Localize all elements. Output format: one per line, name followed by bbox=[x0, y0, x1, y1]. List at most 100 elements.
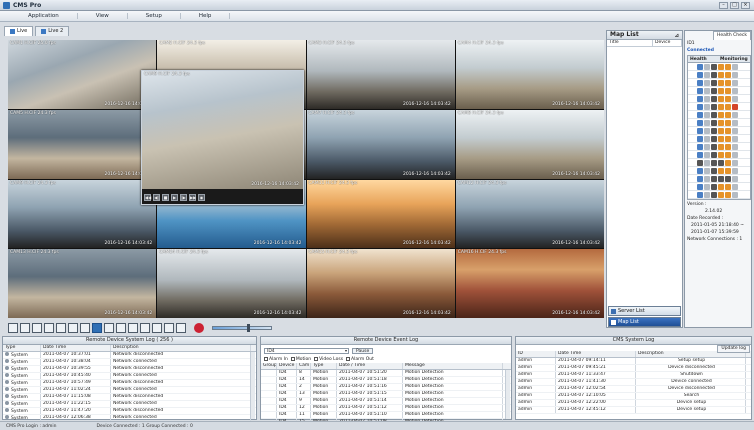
maximize-button[interactable]: □ bbox=[730, 2, 739, 9]
tab-health-check[interactable]: Health Check bbox=[712, 31, 751, 40]
system-log-scrollbar[interactable] bbox=[250, 352, 255, 419]
event-log-scrollbar[interactable] bbox=[505, 370, 510, 419]
camera-tile[interactable]: CAM11 H.CIF 24.3 fps 2016-12-16 14:03:42 bbox=[306, 179, 455, 249]
layout-49-icon[interactable] bbox=[140, 322, 150, 333]
table-row[interactable]: System 2011-04-07 11:02:24 Network connect… bbox=[3, 387, 256, 394]
layout-1-icon[interactable] bbox=[8, 322, 18, 333]
status-icon bbox=[732, 167, 738, 174]
event-group bbox=[261, 370, 277, 376]
filter-alarm-out[interactable]: Alarm Out bbox=[346, 357, 374, 362]
table-row[interactable]: admin 2011-04-07 12:02:54 Device disconnec… bbox=[516, 386, 751, 393]
camera-tile[interactable]: CAM15 H.CIF 24.3 fps 2016-12-16 14:03:42 bbox=[306, 249, 455, 318]
table-row[interactable]: System 2011-04-07 10:37:01 Network disconn… bbox=[3, 352, 256, 359]
layout-25-icon[interactable] bbox=[116, 322, 126, 333]
record-icon[interactable] bbox=[194, 322, 204, 333]
tab-live[interactable]: Live bbox=[4, 26, 34, 36]
layout-9-icon[interactable] bbox=[56, 322, 66, 333]
table-row[interactable]: ID4 2 Motion 2011-04-07 10:51:16 Motion Dete… bbox=[261, 384, 511, 391]
table-row[interactable]: ID4 13 Motion 2011-04-07 10:51:15 Motion Det… bbox=[261, 391, 511, 398]
menu-application[interactable]: Application bbox=[10, 13, 78, 19]
pin-icon[interactable]: ⊿ bbox=[675, 32, 679, 40]
layout-64-icon[interactable] bbox=[152, 322, 162, 333]
camera-tile[interactable]: CAM9 H.CIF 24.3 fps 2016-12-16 14:03:42 bbox=[8, 179, 157, 249]
status-icon bbox=[732, 143, 738, 150]
menu-help[interactable]: Help bbox=[181, 13, 231, 19]
status-icon bbox=[711, 119, 717, 126]
table-row[interactable]: System 2011-04-07 10:57:49 Network disconn… bbox=[3, 380, 256, 387]
table-row[interactable]: admin 2011-04-07 12:45:12 Device setup bbox=[516, 407, 751, 414]
filter-alarm-in[interactable]: Alarm In bbox=[264, 357, 288, 362]
sequence-icon[interactable] bbox=[164, 322, 174, 333]
server-list-button[interactable]: Server List bbox=[608, 306, 681, 316]
layout-13-icon[interactable] bbox=[80, 322, 90, 333]
layout-20-icon[interactable] bbox=[104, 322, 114, 333]
camera-tile[interactable]: CAM14 H.CIF 24.3 fps 2016-12-16 14:03:42 bbox=[157, 249, 306, 318]
fullscreen-icon[interactable] bbox=[176, 322, 186, 333]
camera-tile[interactable]: CAM5 H.CIF 24.3 fps 2016-12-16 14:03:42 bbox=[8, 109, 157, 179]
rewind-icon[interactable]: ◀◀ bbox=[144, 194, 151, 201]
table-row[interactable]: System 2011-04-07 10:38:04 Network connect… bbox=[3, 359, 256, 366]
system-log-title: Remote Device System Log ( 256 ) bbox=[3, 337, 256, 345]
map-list-button[interactable]: Map List bbox=[608, 317, 681, 327]
table-row[interactable]: admin 2011-04-07 12:22:00 Device setup bbox=[516, 400, 751, 407]
update-log-tab[interactable]: Update log bbox=[717, 345, 750, 353]
table-row[interactable]: admin 2011-04-07 09:14:11 Setup setup bbox=[516, 358, 751, 365]
layout-10-icon[interactable] bbox=[68, 322, 78, 333]
layout-6-icon[interactable] bbox=[32, 322, 42, 333]
play-icon[interactable]: ▶ bbox=[171, 194, 178, 201]
table-row[interactable]: System 2011-04-07 11:47:20 Network disconn… bbox=[3, 408, 256, 415]
layout-36-icon[interactable] bbox=[128, 322, 138, 333]
camera-tile[interactable]: CAM4 H.CIF 24.3 fps 2016-12-16 14:03:42 bbox=[455, 40, 604, 109]
camera-tile[interactable]: CAM7 H.CIF 24.3 fps 2016-12-16 14:03:42 bbox=[306, 109, 455, 179]
table-row[interactable]: ID4 8 Motion 2011-04-07 10:51:20 Motion Dete… bbox=[261, 370, 511, 377]
stop-icon[interactable]: ■ bbox=[162, 194, 169, 201]
table-row[interactable]: System 2011-04-07 10:39:55 Network disconn… bbox=[3, 366, 256, 373]
slider-handle[interactable] bbox=[247, 323, 250, 332]
device-id: ID1 bbox=[687, 41, 695, 46]
filter-video-loss[interactable]: Video Loss bbox=[314, 357, 343, 362]
table-row[interactable]: admin 2011-04-07 12:10:05 Search bbox=[516, 393, 751, 400]
pause-button[interactable]: Pause bbox=[352, 348, 374, 354]
table-row[interactable]: admin 2011-04-07 11:33:47 Shutdown bbox=[516, 372, 751, 379]
status-icon bbox=[718, 103, 724, 110]
camera-tile[interactable]: CAM3 H.CIF 24.3 fps 2016-12-16 14:03:42 bbox=[306, 40, 455, 109]
event-date: 2011-04-07 10:51:15 bbox=[337, 391, 403, 397]
camera-tile[interactable]: CAM1 H.CIF 25.0 fps 2016-12-16 14:03:42 bbox=[8, 40, 157, 109]
step-back-icon[interactable]: ◀| bbox=[153, 194, 160, 201]
table-row[interactable]: ID4 11 Motion 2011-04-07 10:51:10 Motion Det… bbox=[261, 412, 511, 419]
camera-tile[interactable]: CAM12 H.CIF 24.3 fps 2016-12-16 14:03:42 bbox=[455, 179, 604, 249]
fast-forward-icon[interactable]: ▶▶ bbox=[189, 194, 196, 201]
snapshot-icon[interactable]: ◉ bbox=[198, 194, 205, 201]
table-row[interactable]: ID4 9 Motion 2011-04-07 10:51:14 Motion Dete… bbox=[261, 398, 511, 405]
status-icon bbox=[697, 95, 703, 102]
table-row[interactable]: ID4 12 Motion 2011-04-07 10:51:12 Motion Det… bbox=[261, 405, 511, 412]
table-row[interactable]: admin 2011-04-07 09:45:21 Device disconnec… bbox=[516, 365, 751, 372]
camera-tile[interactable]: CAM8 H.CIF 24.3 fps 2016-12-16 14:03:42 bbox=[455, 109, 604, 179]
close-button[interactable]: × bbox=[741, 2, 750, 9]
layout-8-icon[interactable] bbox=[44, 322, 54, 333]
table-row[interactable]: admin 2011-04-07 11:41:30 Device connected bbox=[516, 379, 751, 386]
camera-tile[interactable]: CAM16 H.CIF 24.3 fps 2016-12-16 14:03:42 bbox=[455, 249, 604, 318]
volume-slider[interactable] bbox=[212, 323, 272, 332]
step-forward-icon[interactable]: |▶ bbox=[180, 194, 187, 201]
camera-popup-window[interactable]: CAM9 H.CIF 24.3 fps 2016-12-16 14:03:42 … bbox=[141, 70, 304, 205]
table-row[interactable]: System 2011-04-07 11:22:15 Network connect… bbox=[3, 401, 256, 408]
cms-date: 2011-04-07 12:10:05 bbox=[556, 393, 636, 399]
tab-live-2[interactable]: Live 2 bbox=[35, 26, 70, 36]
column-title[interactable]: Title bbox=[607, 40, 653, 46]
health-tabs: Health Check bbox=[685, 31, 751, 40]
status-icon bbox=[697, 151, 703, 158]
layout-4-icon[interactable] bbox=[20, 322, 30, 333]
camera-tile[interactable]: CAM13 H.CIF 24.3 fps 2016-12-16 14:03:42 bbox=[8, 249, 157, 318]
menu-view[interactable]: View bbox=[78, 13, 128, 19]
cms-date: 2011-04-07 12:45:12 bbox=[556, 407, 636, 413]
menu-setup[interactable]: Setup bbox=[128, 13, 181, 19]
table-row[interactable]: System 2011-04-07 11:15:08 Network disconn… bbox=[3, 394, 256, 401]
filter-motion[interactable]: Motion bbox=[290, 357, 311, 362]
layout-16-icon[interactable] bbox=[92, 322, 102, 333]
column-device[interactable]: Device bbox=[653, 40, 682, 46]
table-row[interactable]: System 2011-04-07 10:45:40 Network connect… bbox=[3, 373, 256, 380]
device-select[interactable]: ID4 bbox=[264, 348, 349, 354]
minimize-button[interactable]: – bbox=[719, 2, 728, 9]
table-row[interactable]: ID4 14 Motion 2011-04-07 10:51:18 Motion Det… bbox=[261, 377, 511, 384]
